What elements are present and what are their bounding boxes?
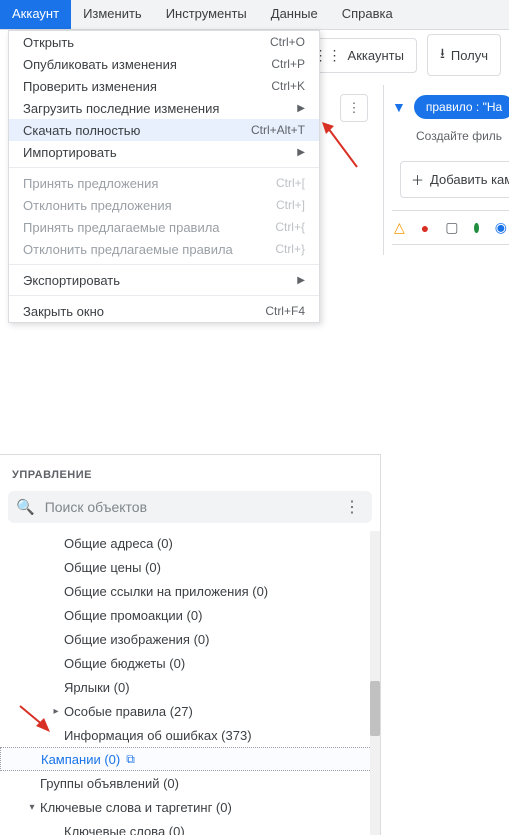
menu-reject-rules: Отклонить предлагаемые правила Ctrl+} bbox=[9, 238, 319, 260]
menu-reject-suggestions: Отклонить предложения Ctrl+] bbox=[9, 194, 319, 216]
menu-accept-rules: Принять предлагаемые правила Ctrl+{ bbox=[9, 216, 319, 238]
tree-item-campaigns[interactable]: Кампании (0) ⧉ bbox=[0, 747, 380, 771]
status-icon-row: △ ● ▢ ◉ bbox=[392, 210, 509, 245]
menubar: Аккаунт Изменить Инструменты Данные Спра… bbox=[0, 0, 509, 30]
search-more-button[interactable]: ⋮ bbox=[340, 497, 364, 517]
tree-item[interactable]: Общие ссылки на приложения (0) bbox=[0, 579, 380, 603]
caret-icon: ▸ bbox=[48, 706, 64, 717]
download-icon: ⭳ bbox=[440, 43, 445, 67]
menu-import[interactable]: Импортировать ▶ bbox=[9, 141, 319, 163]
warning-icon[interactable]: △ bbox=[394, 219, 405, 236]
menu-accept-suggestions: Принять предложения Ctrl+[ bbox=[9, 172, 319, 194]
filter-chip[interactable]: правило : "На bbox=[414, 95, 509, 119]
menu-export[interactable]: Экспортировать ▶ bbox=[9, 269, 319, 291]
scrollbar[interactable] bbox=[370, 531, 380, 835]
tree-item[interactable]: Группы объявлений (0) bbox=[0, 771, 380, 795]
status-green-icon[interactable] bbox=[474, 223, 478, 233]
tree-item[interactable]: Общие изображения (0) bbox=[0, 627, 380, 651]
tree-item[interactable]: Общие адреса (0) bbox=[0, 531, 380, 555]
menu-tools[interactable]: Инструменты bbox=[154, 0, 259, 29]
tree-item[interactable]: Общие промоакции (0) bbox=[0, 603, 380, 627]
chevron-right-icon: ▶ bbox=[297, 103, 305, 114]
external-link-icon: ⧉ bbox=[126, 752, 135, 767]
tree-item[interactable]: Ярлыки (0) bbox=[0, 675, 380, 699]
search-bar: 🔍 ⋮ bbox=[8, 491, 372, 523]
tree-item[interactable]: Общие бюджеты (0) bbox=[0, 651, 380, 675]
menu-check[interactable]: Проверить изменения Ctrl+K bbox=[9, 75, 319, 97]
chevron-right-icon: ▶ bbox=[297, 275, 305, 286]
tree-item[interactable]: Ключевые слова (0) bbox=[0, 819, 380, 835]
tree-item[interactable]: ▸ Особые правила (27) bbox=[0, 699, 380, 723]
get-label: Получ bbox=[451, 48, 488, 63]
tree-item[interactable]: Информация об ошибках (373) bbox=[0, 723, 380, 747]
divider bbox=[9, 167, 319, 168]
chevron-right-icon: ▶ bbox=[297, 147, 305, 158]
menu-open[interactable]: Открыть Ctrl+O bbox=[9, 31, 319, 53]
accounts-label: Аккаунты bbox=[348, 48, 404, 63]
menu-edit[interactable]: Изменить bbox=[71, 0, 154, 29]
menu-close-window[interactable]: Закрыть окно Ctrl+F4 bbox=[9, 300, 319, 322]
info-icon[interactable]: ◉ bbox=[495, 219, 507, 236]
account-dropdown: Открыть Ctrl+O Опубликовать изменения Ct… bbox=[8, 30, 320, 323]
filter-icon[interactable]: ▼ bbox=[392, 99, 406, 115]
tree-item[interactable]: ▾ Ключевые слова и таргетинг (0) bbox=[0, 795, 380, 819]
kebab-icon: ⋮ bbox=[348, 100, 361, 116]
management-title: УПРАВЛЕНИЕ bbox=[0, 455, 380, 491]
menu-account[interactable]: Аккаунт bbox=[0, 0, 71, 29]
annotation-arrow bbox=[322, 122, 362, 172]
menu-help[interactable]: Справка bbox=[330, 0, 405, 29]
comment-icon[interactable]: ▢ bbox=[445, 219, 458, 236]
add-campaign-button[interactable]: ＋ Добавить кам bbox=[400, 161, 509, 198]
kebab-button[interactable]: ⋮ bbox=[340, 94, 368, 122]
menu-publish[interactable]: Опубликовать изменения Ctrl+P bbox=[9, 53, 319, 75]
divider bbox=[9, 295, 319, 296]
menu-load-recent[interactable]: Загрузить последние изменения ▶ bbox=[9, 97, 319, 119]
divider bbox=[9, 264, 319, 265]
menu-download-full[interactable]: Скачать полностью Ctrl+Alt+T bbox=[9, 119, 319, 141]
caret-down-icon: ▾ bbox=[24, 802, 40, 813]
plus-icon: ＋ bbox=[411, 170, 424, 189]
management-panel: УПРАВЛЕНИЕ 🔍 ⋮ Общие адреса (0) Общие це… bbox=[0, 454, 381, 835]
error-icon[interactable]: ● bbox=[421, 220, 429, 236]
get-button[interactable]: ⭳ Получ bbox=[427, 34, 501, 76]
tree: Общие адреса (0) Общие цены (0) Общие сс… bbox=[0, 531, 380, 835]
tree-item[interactable]: Общие цены (0) bbox=[0, 555, 380, 579]
menu-data[interactable]: Данные bbox=[259, 0, 330, 29]
filter-hint: Создайте филь bbox=[392, 129, 509, 143]
scrollbar-thumb[interactable] bbox=[370, 681, 380, 736]
filter-panel: ▼ правило : "На Создайте филь ＋ Добавить… bbox=[383, 85, 509, 255]
search-icon: 🔍 bbox=[16, 498, 35, 516]
search-input[interactable] bbox=[45, 499, 330, 515]
